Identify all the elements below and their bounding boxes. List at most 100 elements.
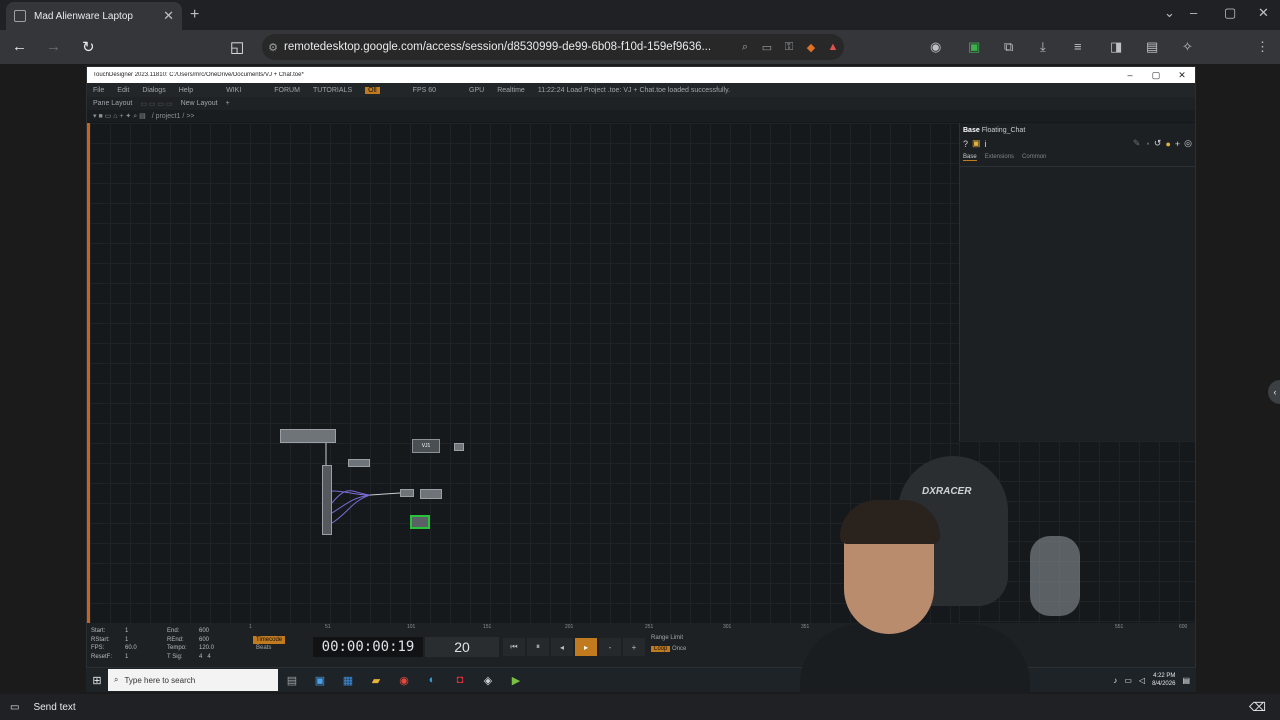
info-icon[interactable]: i [985,139,987,149]
browser-tab[interactable]: Mad Alienware Laptop ✕ [6,2,182,30]
add-icon[interactable]: + [1175,139,1180,149]
backspace-icon[interactable]: ⌫ [1249,700,1280,714]
help-icon[interactable]: ? [963,139,968,149]
comment-icon[interactable]: ◔ [1144,139,1149,149]
once-button[interactable]: Once [672,646,686,652]
pause-icon[interactable]: ⏸ [527,638,549,656]
site-info-icon[interactable]: ⚙ [262,41,284,54]
settings-icon[interactable]: ◎ [1184,138,1192,149]
end-value[interactable]: 600 [199,627,243,636]
timecode-display[interactable]: 00:00:00:19 [313,637,423,657]
menu-icon[interactable]: ⋮ [1256,39,1269,55]
tempo-value[interactable]: 120.0 [199,644,243,653]
send-text-button[interactable]: Send text [33,702,75,713]
mic-icon[interactable]: ♪ [1113,676,1117,685]
person-hair [840,500,940,544]
play-icon[interactable]: ▸ [575,638,597,656]
network-icon[interactable]: ▭ [1124,676,1132,685]
store-icon[interactable]: ▦ [334,674,362,687]
new-tab-icon[interactable]: + [190,6,199,24]
wallet-icon[interactable]: ▤ [1146,39,1158,55]
browser-tabstrip: Mad Alienware Laptop ✕ + ⌄ – ▢ ✕ [0,0,1280,30]
brave-shield-icon[interactable]: ◆ [800,41,822,54]
close-tab-icon[interactable]: ✕ [163,8,174,24]
resetf-value[interactable]: 1 [125,653,169,662]
tab-extensions[interactable]: Extensions [985,154,1014,161]
taskbar-search[interactable]: ⌕ Type here to search [108,669,278,691]
loop-button[interactable]: Loop [651,646,671,652]
cast-icon[interactable]: ▭ [756,41,778,54]
link-forum[interactable]: FORUM [274,87,300,94]
sidebar-icon[interactable]: ◨ [1110,39,1122,55]
extensions-puzzle-icon[interactable]: ⧉ [1004,39,1013,55]
explorer-icon[interactable]: ▣ [306,674,334,687]
oll-toggle[interactable]: Oll [365,86,380,94]
frame-display[interactable]: 20 [425,637,499,657]
forward-icon[interactable]: → [46,38,61,55]
td-close-icon[interactable]: ✕ [1169,70,1195,81]
zoom-icon[interactable]: ⌕ [734,41,756,54]
close-window-icon[interactable]: ✕ [1258,5,1269,21]
minimize-icon[interactable]: – [1190,5,1197,20]
windows-start-icon[interactable]: ⊞ [86,674,108,687]
extension-green-icon[interactable]: ▣ [968,39,980,55]
color-icon[interactable]: ● [1165,139,1170,149]
rewind-icon[interactable]: ⏮ [503,638,525,656]
param-op-name[interactable]: Floating_Chat [982,127,1026,134]
task-view-icon[interactable]: ▤ [278,674,306,687]
timecode-mode-button[interactable]: Timecode [253,636,286,644]
reload-icon[interactable]: ↻ [82,38,95,56]
new-layout-button[interactable]: New Layout [181,100,218,107]
menu-edit[interactable]: Edit [117,87,129,94]
layout-icons[interactable]: ▭ ▭ ▭ ▭ [140,100,172,108]
tsig-b[interactable]: 4 [207,654,210,660]
rend-value[interactable]: 600 [199,636,243,645]
notifications-icon[interactable]: ▤ [1182,676,1190,685]
keyboard-icon[interactable]: ▭ [10,702,19,713]
maximize-icon[interactable]: ▢ [1224,5,1236,21]
step-back-icon[interactable]: ◂ [551,638,573,656]
folder-icon[interactable]: ▰ [362,674,390,687]
touchdesigner-icon[interactable]: ◈ [474,674,502,687]
key-icon[interactable]: ⚿ [778,41,800,54]
leo-ai-icon[interactable]: ✧ [1182,39,1193,55]
tab-search-icon[interactable]: ⌄ [1164,5,1175,21]
realtime-toggle[interactable]: Realtime [497,87,525,94]
link-tutorials[interactable]: TUTORIALS [313,87,352,94]
reset-icon[interactable]: ↺ [1154,138,1162,149]
app-red-icon[interactable]: ◘ [446,674,474,686]
tab-common[interactable]: Common [1022,154,1046,161]
playlist-icon[interactable]: ≡ [1074,39,1082,54]
tsig-a[interactable]: 4 [199,654,202,660]
url-text[interactable]: remotedesktop.google.com/access/session/… [284,41,734,53]
python-icon[interactable]: ▣ [972,138,981,149]
download-icon[interactable]: ⤓ [1040,39,1046,55]
start-value[interactable]: 1 [125,627,169,636]
minus-icon[interactable]: - [599,638,621,656]
volume-icon[interactable]: ◁ [1139,676,1145,685]
clock[interactable]: 4:22 PM 8/4/2026 [1152,672,1175,688]
td-minimize-icon[interactable]: – [1117,70,1143,80]
extension-icon[interactable]: ◉ [930,39,941,55]
address-bar[interactable]: ⚙ remotedesktop.google.com/access/sessio… [262,34,844,60]
chrome-icon[interactable]: ◉ [390,674,418,687]
menu-dialogs[interactable]: Dialogs [142,87,165,94]
brave-rewards-icon[interactable]: ▲ [822,41,844,53]
fps-value[interactable]: 60.0 [125,644,169,653]
td-maximize-icon[interactable]: ▢ [1143,70,1169,81]
rstart-value[interactable]: 1 [125,636,169,645]
plus-icon[interactable]: + [623,638,645,656]
back-icon[interactable]: ← [12,38,27,55]
app-green-icon[interactable]: ▶ [502,674,530,687]
bookmark-icon[interactable]: ◱ [230,38,244,56]
menu-file[interactable]: File [93,87,104,94]
pane-tools-icons[interactable]: ▾ ■ ▭ ⌂ + ✦ ⌕ ▤ [93,112,146,121]
tab-base[interactable]: Base [963,154,977,161]
edit-icon[interactable]: ✎ [1133,138,1141,149]
edge-icon[interactable]: ◐ [418,674,446,686]
link-wiki[interactable]: WIKI [226,87,241,94]
beats-mode-button[interactable]: Beats [253,643,297,653]
network-path[interactable]: / project1 / >> [152,113,195,120]
add-pane-icon[interactable]: + [226,100,230,107]
menu-help[interactable]: Help [179,87,193,94]
